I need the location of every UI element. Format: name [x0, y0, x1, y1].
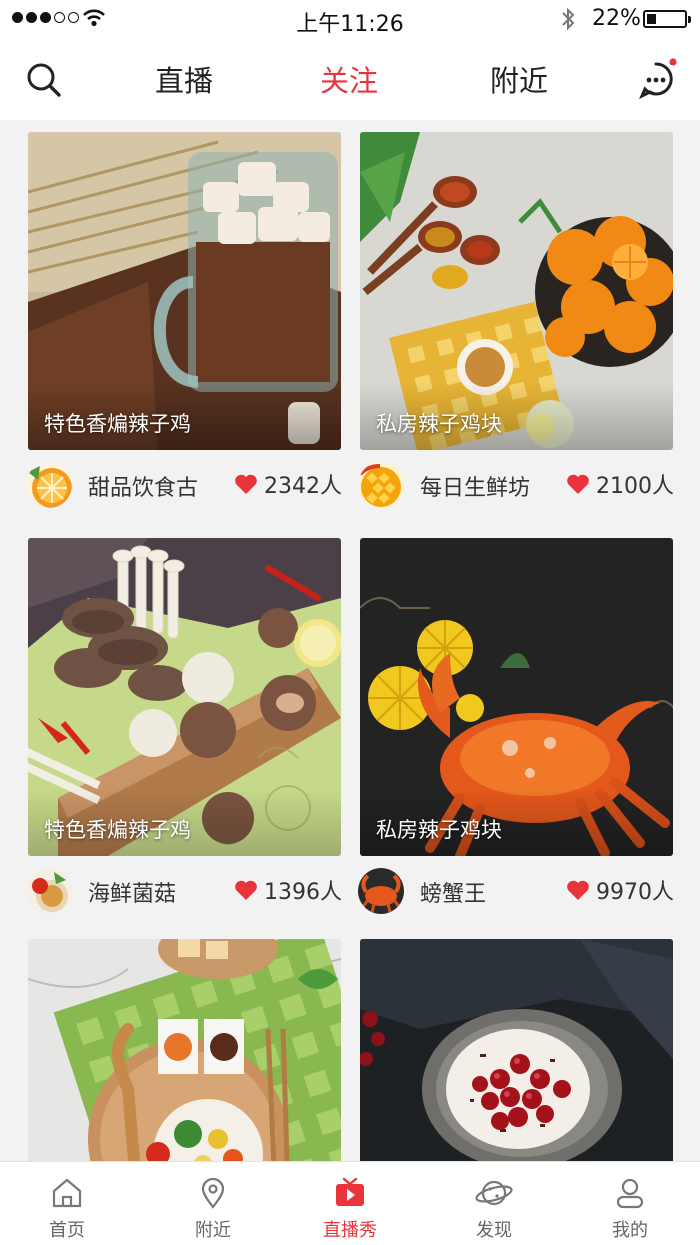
tab-nearby[interactable]: 附近: [490, 58, 548, 100]
avatar[interactable]: [26, 462, 72, 508]
battery-percent: 22%: [592, 6, 641, 31]
like-count-text: 1396人: [264, 880, 342, 905]
author-name[interactable]: 甜品饮食古: [88, 470, 198, 502]
tabbar-home[interactable]: 首页: [0, 1162, 137, 1245]
feed-card-image[interactable]: [360, 538, 673, 856]
top-nav: 直播 关注 附近: [0, 38, 700, 120]
feed-card-meta: 每日生鲜坊 2100人: [358, 460, 674, 510]
feed-card-caption: 私房辣子鸡块: [376, 818, 502, 842]
tab-follow[interactable]: 关注: [320, 58, 378, 100]
home-icon: [52, 1178, 82, 1208]
feed-card-image[interactable]: [28, 132, 341, 450]
feed-card-image[interactable]: [28, 939, 341, 1161]
tabbar-live-show[interactable]: 直播秀: [280, 1162, 420, 1245]
unread-badge: [669, 58, 677, 66]
battery-icon: [643, 10, 691, 28]
message-icon[interactable]: [636, 58, 680, 102]
bluetooth-icon: [562, 7, 575, 31]
feed-card-meta: 海鲜菌菇 1396人: [26, 866, 342, 916]
avatar[interactable]: [26, 868, 72, 914]
feed-card-caption: 特色香煸辣子鸡: [44, 818, 191, 842]
feed: 特色香煸辣子鸡 甜品饮食古 2342人 私房辣子鸡块 每日生鲜坊 2100人 特…: [0, 120, 700, 1161]
tabbar-label: 我的: [612, 1220, 648, 1241]
tabbar-label: 首页: [49, 1220, 85, 1241]
tabbar-discover[interactable]: 发现: [424, 1162, 564, 1245]
location-icon: [201, 1177, 225, 1209]
feed-card-image[interactable]: [28, 538, 341, 856]
like-count-text: 2342人: [264, 474, 342, 499]
feed-card-image[interactable]: [360, 132, 673, 450]
like-count-text: 9970人: [596, 880, 674, 905]
bottom-tab-bar: 首页 附近 直播秀 发现 我的: [0, 1161, 700, 1245]
heart-icon: [567, 474, 589, 494]
tabbar-profile[interactable]: 我的: [560, 1162, 700, 1245]
planet-icon: [475, 1180, 513, 1206]
heart-icon: [567, 880, 589, 900]
like-count-text: 2100人: [596, 474, 674, 499]
like-count[interactable]: 2100人: [566, 468, 674, 500]
feed-card-caption: 特色香煸辣子鸡: [44, 412, 191, 436]
author-name[interactable]: 每日生鲜坊: [420, 470, 530, 502]
tv-icon: [336, 1177, 364, 1206]
feed-card-caption: 私房辣子鸡块: [376, 412, 502, 436]
feed-card-meta: 甜品饮食古 2342人: [26, 460, 342, 510]
heart-icon: [235, 880, 257, 900]
like-count[interactable]: 2342人: [234, 468, 342, 500]
avatar[interactable]: [358, 462, 404, 508]
tab-live[interactable]: 直播: [155, 58, 213, 100]
author-name[interactable]: 螃蟹王: [420, 876, 486, 908]
avatar[interactable]: [358, 868, 404, 914]
tabbar-label: 直播秀: [323, 1220, 377, 1241]
status-bar: 上午11:26 22%: [0, 0, 700, 38]
feed-card-image[interactable]: [360, 939, 673, 1161]
like-count[interactable]: 9970人: [566, 874, 674, 906]
heart-icon: [235, 474, 257, 494]
like-count[interactable]: 1396人: [234, 874, 342, 906]
author-name[interactable]: 海鲜菌菇: [88, 876, 176, 908]
tabbar-label: 附近: [195, 1220, 231, 1241]
feed-card-meta: 螃蟹王 9970人: [358, 866, 674, 916]
user-icon: [616, 1178, 644, 1209]
tabbar-label: 发现: [476, 1220, 512, 1241]
tabbar-nearby[interactable]: 附近: [143, 1162, 283, 1245]
search-icon[interactable]: [24, 60, 64, 100]
